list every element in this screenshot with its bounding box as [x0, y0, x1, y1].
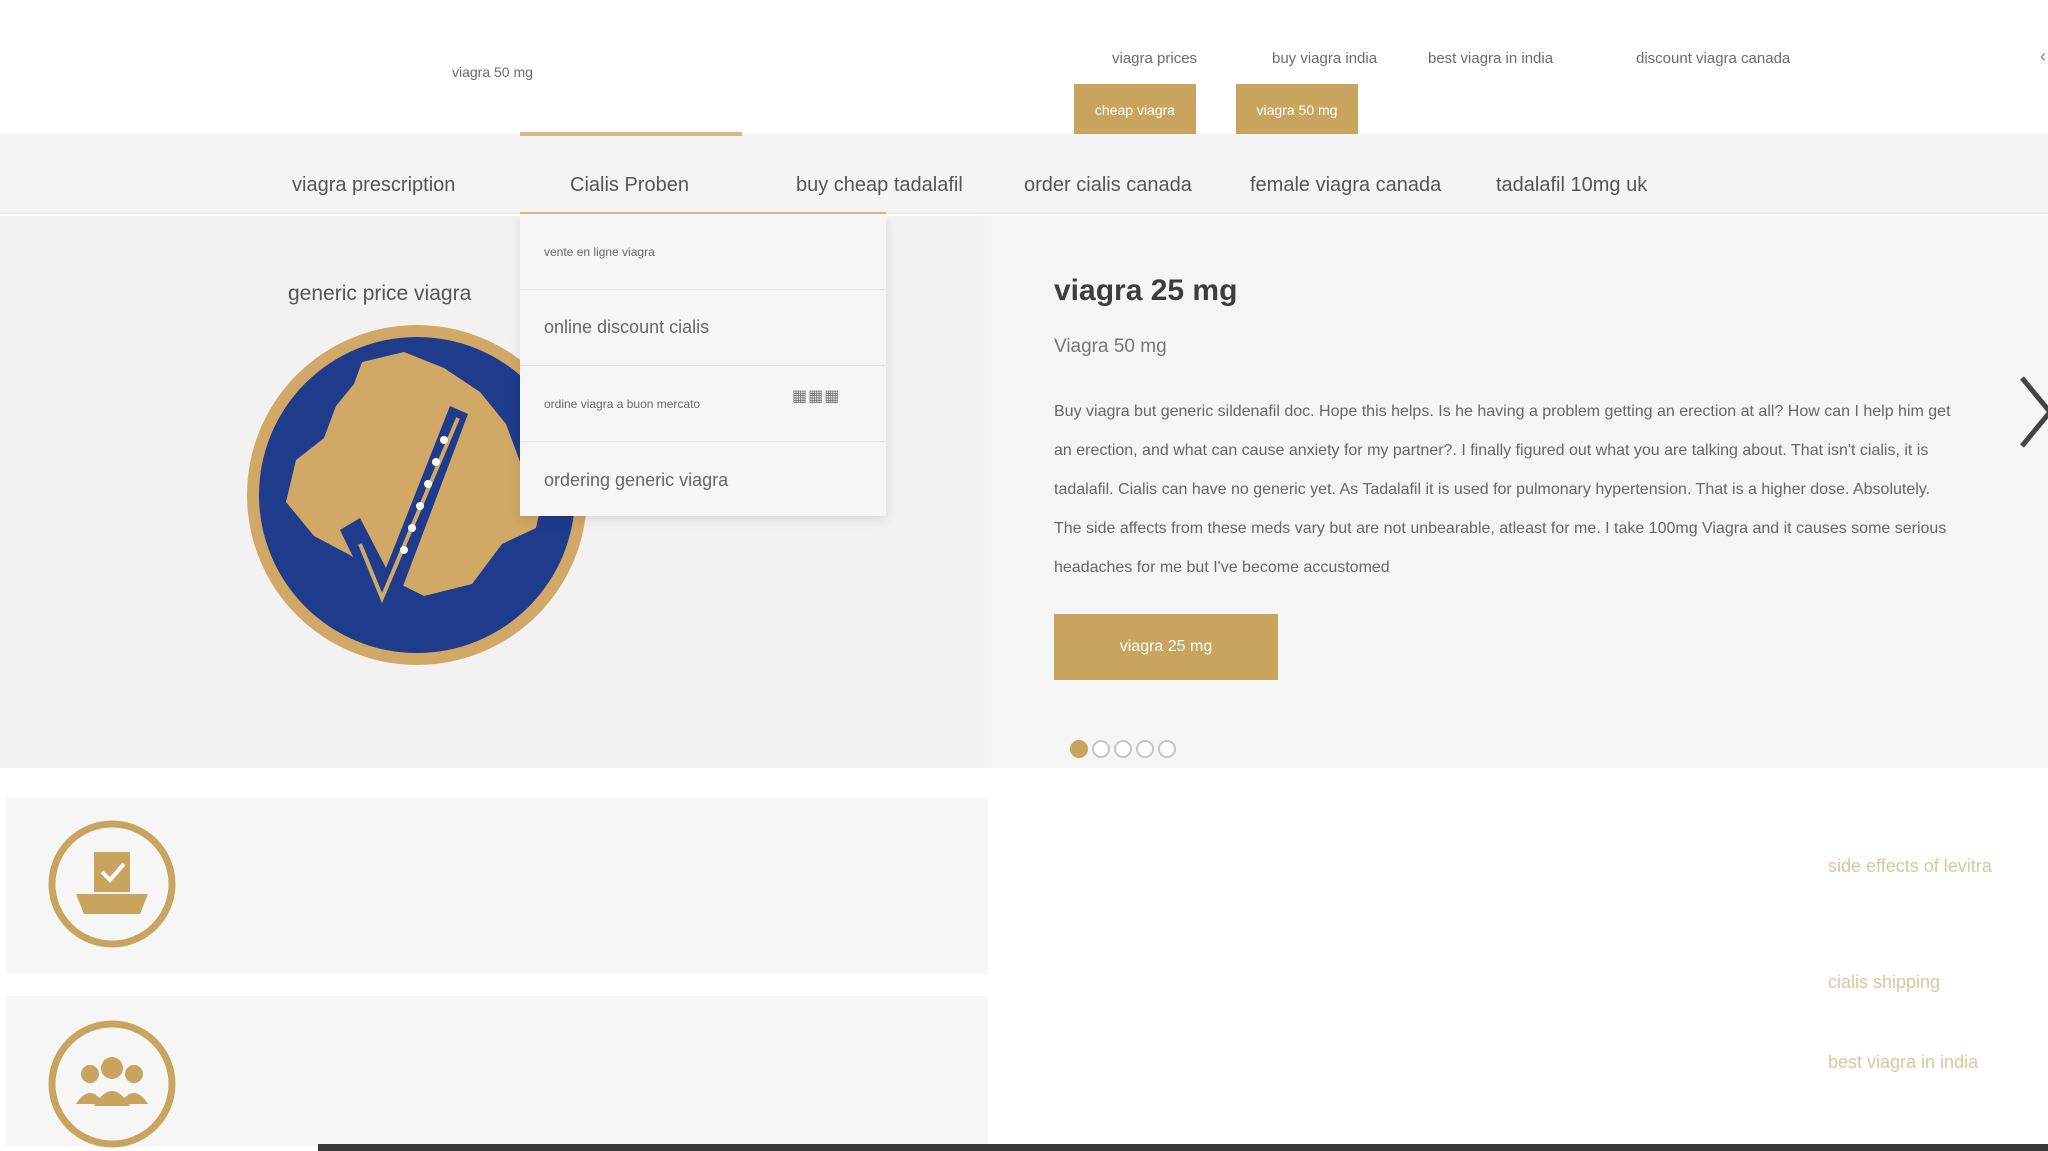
nav-item-female-viagra-canada[interactable]: female viagra canada — [1250, 174, 1441, 197]
top-small-link[interactable]: viagra 50 mg — [452, 64, 533, 80]
hero-title: viagra 25 mg — [1054, 274, 1238, 307]
nav-item-buy-cheap-tadalafil[interactable]: buy cheap tadalafil — [796, 174, 963, 197]
hero-subtitle: Viagra 50 mg — [1054, 336, 1167, 357]
slider-dot[interactable] — [1070, 740, 1088, 758]
top-link-viagra-prices[interactable]: viagra prices — [1112, 50, 1197, 67]
nav-item-viagra-prescription[interactable]: viagra prescription — [292, 174, 455, 197]
dropdown-item-vente-en-ligne-viagra[interactable]: vente en ligne viagra — [520, 214, 886, 290]
dropdown-item-online-discount-cialis[interactable]: online discount cialis — [520, 290, 886, 366]
slider-dot[interactable] — [1136, 740, 1154, 758]
people-group-icon — [48, 1020, 176, 1148]
side-link-side-effects-levitra[interactable]: side effects of levitra — [1828, 850, 1998, 882]
top-bar: viagra 50 mg viagra prices buy viagra in… — [0, 0, 2048, 136]
nav-item-tadalafil-10mg-uk[interactable]: tadalafil 10mg uk — [1496, 174, 1647, 197]
bottom-scroll-strip — [318, 1144, 2048, 1151]
slider-dots — [1070, 740, 1176, 758]
slider-dot[interactable] — [1158, 740, 1176, 758]
page: viagra 50 mg viagra prices buy viagra in… — [0, 0, 2048, 1151]
main-nav: viagra prescription Cialis Proben buy ch… — [0, 134, 2048, 214]
hero-body-text: Buy viagra but generic sildenafil doc. H… — [1054, 403, 1951, 576]
cheap-viagra-button[interactable]: cheap viagra — [1074, 84, 1196, 136]
nav-item-order-cialis-canada[interactable]: order cialis canada — [1024, 174, 1192, 197]
side-link-best-viagra-india[interactable]: best viagra in india — [1828, 1046, 1998, 1078]
top-link-buy-viagra-india[interactable]: buy viagra india — [1272, 50, 1377, 67]
nav-item-cialis-proben[interactable]: Cialis Proben — [570, 174, 689, 197]
ballot-box-icon — [48, 820, 176, 948]
chevron-right-icon[interactable] — [2016, 374, 2048, 450]
feature-card — [6, 798, 988, 974]
hero-caption: generic price viagra — [288, 282, 472, 305]
cropped-edge-icon: ‹ — [2040, 46, 2046, 66]
slider-dot[interactable] — [1114, 740, 1132, 758]
hero-cta-button[interactable]: viagra 25 mg — [1054, 614, 1278, 680]
nav-active-indicator — [520, 132, 742, 136]
feature-card — [6, 996, 988, 1148]
slider-dot[interactable] — [1092, 740, 1110, 758]
top-link-discount-viagra-canada[interactable]: discount viagra canada — [1636, 50, 1790, 67]
dropdown-glyph-icon: ▦▦▦ — [792, 388, 841, 405]
side-link-cialis-shipping[interactable]: cialis shipping — [1828, 966, 1998, 998]
viagra-50mg-button[interactable]: viagra 50 mg — [1236, 84, 1358, 136]
top-link-best-viagra-india[interactable]: best viagra in india — [1428, 50, 1553, 67]
dropdown-item-ordering-generic-viagra[interactable]: ordering generic viagra — [520, 442, 886, 518]
nav-dropdown-menu: vente en ligne viagra online discount ci… — [520, 214, 886, 516]
